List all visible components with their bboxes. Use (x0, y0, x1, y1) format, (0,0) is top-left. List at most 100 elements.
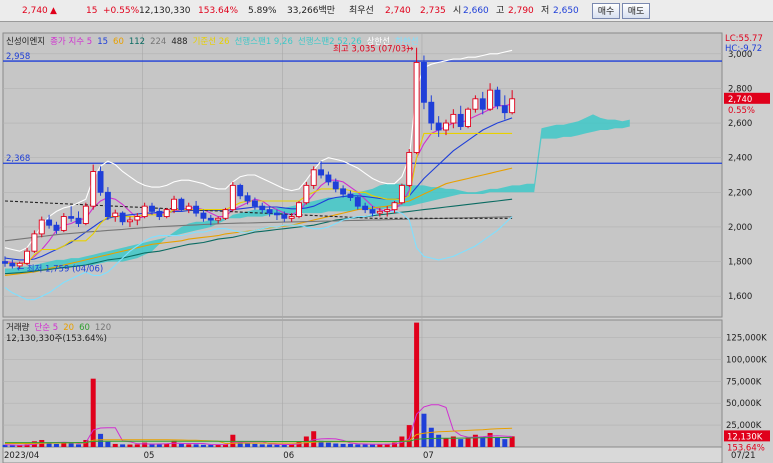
best-bid: 2,735 (420, 6, 446, 16)
volume-bar (333, 443, 339, 447)
candle-body (60, 216, 67, 231)
volume-bar (230, 434, 236, 447)
candle-body (391, 202, 398, 211)
price-legend-item: 224 (150, 37, 166, 47)
candle-body (318, 169, 324, 176)
candle-body (487, 89, 494, 110)
price-legend-item: 112 (129, 37, 145, 47)
candle-body (450, 113, 457, 124)
candle-body (274, 212, 280, 216)
turnover-rate: 5.89% (248, 6, 277, 16)
open-price: 2,660 (463, 6, 489, 16)
change-arrow: ▲ (50, 6, 57, 16)
high-price: 2,790 (508, 6, 534, 16)
low-label: 저 (541, 6, 550, 16)
price-legend-item: 선행스팬2 52,26 (298, 36, 362, 47)
candle-body (200, 212, 207, 219)
volume-bar (68, 443, 74, 447)
price-legend-item: 60 (113, 37, 124, 47)
candle-body (479, 98, 486, 110)
candle-body (53, 224, 60, 231)
candle-body (134, 216, 141, 221)
mid-line-label: 2,368 (6, 154, 30, 164)
candle-body (178, 198, 185, 211)
volume-bar (494, 437, 500, 447)
candle-body (406, 152, 413, 186)
candle-body (193, 205, 200, 214)
volume-bar (142, 442, 148, 447)
price-legend-item: 15 (97, 37, 108, 47)
price-tick-label: 1,600 (728, 292, 752, 302)
candle-body (347, 193, 354, 198)
candle-body (266, 209, 273, 214)
stock-chart[interactable]: 1,6001,8002,0002,2002,4002,6002,8003,000… (0, 22, 773, 463)
candle-body (171, 198, 178, 211)
volume-bar (83, 439, 89, 447)
volume-bar (252, 443, 258, 447)
sell-button[interactable]: 매도 (622, 3, 650, 19)
volume-legend-item: 120 (95, 323, 111, 333)
volume-bar (325, 442, 331, 447)
candle-body (38, 219, 45, 235)
x-axis-label: 05 (144, 451, 155, 461)
volume-bar (370, 444, 375, 447)
price-tick-label: 2,400 (728, 154, 752, 164)
candle-body (82, 205, 89, 224)
candle-body (303, 184, 310, 204)
candle-body (332, 181, 339, 190)
price-legend-item: 하한선 (395, 36, 418, 47)
candle-body (149, 205, 155, 212)
volume-tick-label: 25,000K (726, 421, 762, 431)
volume-bar (458, 439, 464, 447)
candle-body (435, 122, 442, 131)
candle-body (421, 61, 427, 103)
volume-bar (281, 444, 287, 447)
volume-bar (112, 443, 118, 447)
candle-body (354, 197, 361, 207)
candle-body (443, 122, 449, 131)
buy-button[interactable]: 매수 (592, 3, 620, 19)
low-annotation: 최저 1,759 (04/06) (27, 264, 104, 275)
volume-bar (436, 434, 442, 447)
candle-body (9, 262, 16, 267)
candle-body (207, 217, 214, 221)
volume-bar (465, 437, 471, 447)
candle-body (119, 212, 126, 223)
volume-summary: 12,130,330주(153.64%) (6, 334, 107, 344)
volume-tick-label: 50,000K (726, 399, 762, 409)
volume-bar (362, 444, 368, 447)
volume-bar (98, 433, 104, 447)
volume-bar (90, 378, 96, 447)
volume-bar (200, 444, 206, 447)
candle-body (237, 184, 244, 197)
volume-tick-label: 100,000K (726, 355, 767, 365)
candle-body (229, 184, 236, 211)
open-label: 시 (453, 6, 462, 16)
current-volume-value: 12,130K (727, 432, 763, 442)
candle-body (296, 202, 302, 218)
volume-legend-item: 거래량 (6, 322, 30, 333)
volume-bar (46, 443, 52, 447)
price-legend-item: 상한선 (367, 36, 390, 47)
candle-body (222, 209, 229, 219)
candle-body (156, 210, 163, 218)
candle-body (384, 209, 391, 212)
price-tick-label: 1,800 (728, 258, 752, 268)
volume-bar (134, 444, 140, 447)
candle-body (362, 205, 369, 211)
candle-body (398, 184, 405, 204)
volume-bar (443, 438, 449, 447)
candle-body (24, 250, 30, 264)
volume-bar (76, 444, 81, 447)
volume-bar (186, 444, 192, 447)
volume-legend-item: 60 (79, 323, 90, 333)
candle-body (68, 216, 75, 219)
volume-tick-label: 75,000K (726, 377, 762, 387)
price-tick-label: 2,600 (728, 119, 752, 129)
candle-body (369, 209, 376, 214)
lc-indicator: LC:55.77 (725, 34, 763, 44)
price-change-pct: +0.55% (103, 6, 140, 16)
volume-bar (178, 443, 184, 447)
candle-body (288, 216, 295, 219)
volume-bar (502, 439, 508, 447)
